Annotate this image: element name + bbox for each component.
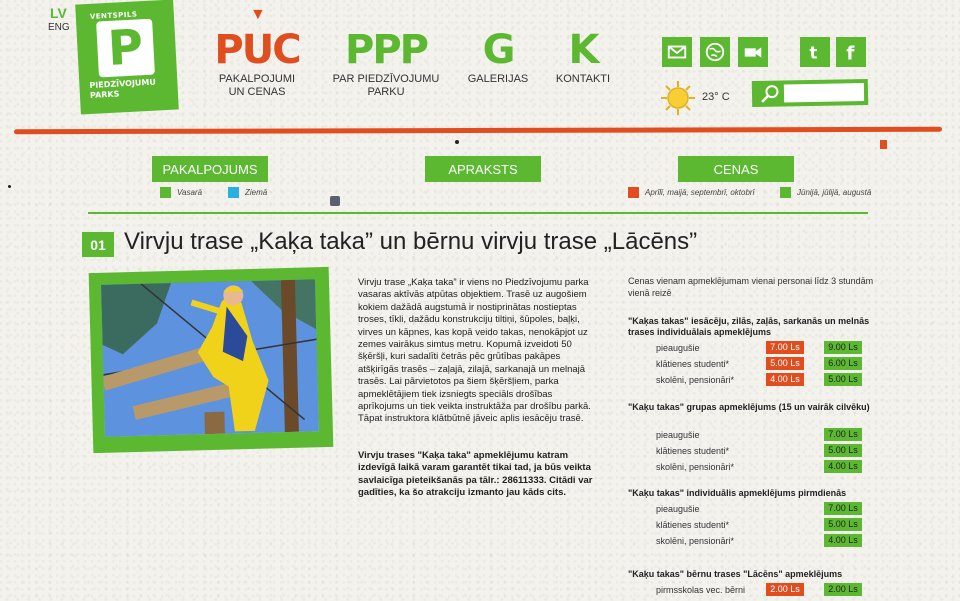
price-offseason: 2.00 Ls [766,583,804,596]
logo-bottom-text: PIEDZĪVOJUMU PARKS [89,77,157,100]
nav-glyph: K [568,27,600,73]
price-row: pieaugušie 7.00 Ls 9.00 Ls [628,340,878,356]
price-row: skolēni, pensionāri* 4.00 Ls [628,533,878,549]
legend-summer: Vasarā [160,187,202,198]
page-title: Virvju trase „Kaķa taka” un bērnu virvju… [124,228,698,255]
twitter-icon[interactable]: t [800,37,830,67]
price-row: pieaugušie 7.00 Ls [628,501,878,517]
legend-season-2: Jūnijā, jūlijā, augustā [780,187,871,198]
price-offseason: 7.00 Ls [766,341,804,354]
price-row: pirmsskolas vec. bērni 2.00 Ls 2.00 Ls [628,582,878,598]
section-divider [88,212,868,214]
price-row-label: pieaugušie [656,504,700,514]
booking-note: Virvju trases "Kaķa taka" apmeklējumu ka… [358,450,593,499]
active-nav-arrow-icon: ▼ [250,6,266,23]
legend-winter: Ziemā [228,187,267,198]
lang-lv-link[interactable]: LV [50,5,67,21]
nav-galerijas[interactable]: G GALERIJAS [462,30,534,86]
logo-letter: P [96,18,155,78]
nav-glyph: G [482,27,516,73]
nav-pakalpojumi[interactable]: PUC PAKALPOJUMI UN CENAS [212,30,302,99]
price-row: klātienes studenti* 5.00 Ls [628,443,878,459]
price-row: skolēni, pensionāri* 4.00 Ls 5.00 Ls [628,372,878,388]
tab-apraksts[interactable]: APRAKSTS [425,156,541,182]
price-row-label: skolēni, pensionāri* [656,462,735,472]
section-number: 01 [82,232,114,257]
nav-glyph: PUC [214,27,301,73]
price-season: 6.00 Ls [824,357,862,370]
lang-eng-link[interactable]: ENG [48,22,70,33]
price-offseason: 5.00 Ls [766,357,804,370]
decor-speck [880,140,887,149]
svg-text:f: f [846,43,855,63]
attraction-description: Virvju trase „Kaķa taka” ir viens no Pie… [358,277,591,425]
price-group-title: "Kaķu takas" grupas apmeklējums (15 un v… [628,402,870,412]
rope-course-photo [100,279,319,437]
site-logo[interactable]: VENTSPILS P PIEDZĪVOJUMU PARKS [75,0,179,115]
search-icon[interactable] [760,84,780,109]
tab-pakalpojums[interactable]: PAKALPOJUMS [152,156,268,182]
price-row-label: skolēni, pensionāri* [656,536,735,546]
globe-icon[interactable] [700,37,730,67]
sun-icon [660,80,696,121]
price-group-title: "Kaķu takas" bērnu trases "Lācēns" apmek… [628,569,843,579]
price-offseason: 4.00 Ls [766,373,804,386]
price-row-label: pieaugušie [656,430,700,440]
search-box [751,78,869,109]
price-season: 5.00 Ls [824,444,862,457]
nav-par-parku[interactable]: PPP PAR PIEDZĪVOJUMU PARKU [330,30,442,99]
legend-season-2-swatch [780,187,791,198]
price-season: 7.00 Ls [824,502,862,515]
nav-label: PAR PIEDZĪVOJUMU PARKU [332,73,440,98]
nav-glyph: PPP [345,27,429,73]
svg-text:t: t [810,43,818,62]
price-row-label: klātienes studenti* [656,359,730,369]
nav-kontakti[interactable]: K KONTAKTI [548,30,618,86]
legend-season-1: Aprīlī, maijā, septembrī, oktobrī [628,187,754,198]
price-intro: Cenas vienam apmeklējumam vienai persona… [628,276,874,298]
price-season: 5.00 Ls [824,518,862,531]
price-season: 5.00 Ls [824,373,862,386]
price-row-label: klātienes studenti* [656,520,730,530]
decor-speck [330,196,340,206]
price-group-title: "Kaķas takas" iesācēju, zilās, zaļās, sa… [628,316,870,337]
mail-icon[interactable] [662,37,692,67]
price-row: klātienes studenti* 5.00 Ls 6.00 Ls [628,356,878,372]
price-row-label: pirmsskolas vec. bērni [656,585,746,595]
legend-winter-swatch [228,187,239,198]
price-row: pieaugušie 7.00 Ls [628,427,878,443]
price-row: klātienes studenti* 5.00 Ls [628,517,878,533]
decor-speck [8,185,11,188]
nav-label: GALERIJAS [467,73,529,85]
photo-frame [88,266,334,454]
price-season: 7.00 Ls [824,428,862,441]
tab-cenas[interactable]: CENAS [678,156,794,182]
legend-season-1-swatch [628,187,639,198]
nav-label: PAKALPOJUMI UN CENAS [218,73,296,98]
price-group-title: "Kaķu takas" individuālis apmeklējums pi… [628,488,847,498]
nav-label: KONTAKTI [555,73,611,85]
header-divider [13,126,943,135]
price-season: 9.00 Ls [824,341,862,354]
price-season: 4.00 Ls [824,460,862,473]
legend-summer-swatch [160,187,171,198]
temperature-value: 23° C [702,91,730,103]
price-row-label: skolēni, pensionāri* [656,375,735,385]
price-season: 2.00 Ls [824,583,862,596]
video-icon[interactable] [738,37,768,67]
price-row-label: pieaugušie [656,343,700,353]
search-input[interactable] [783,83,865,103]
price-row: skolēni, pensionāri* 4.00 Ls [628,459,878,475]
facebook-icon[interactable]: f [836,37,866,67]
price-row-label: klātienes studenti* [656,446,730,456]
decor-speck [455,140,459,144]
price-season: 4.00 Ls [824,534,862,547]
